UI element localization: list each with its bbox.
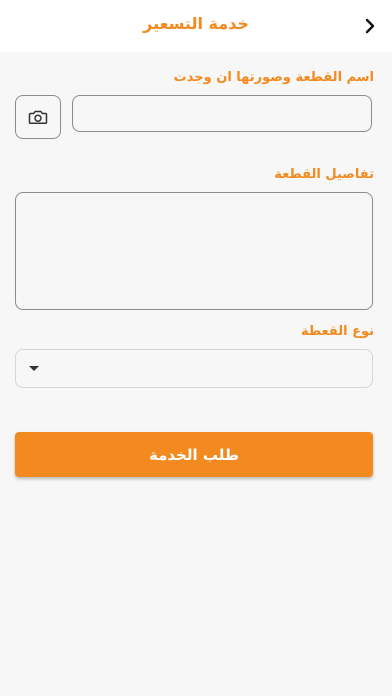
app-header: خدمة التسعير <box>0 0 392 52</box>
chevron-right-icon <box>365 18 375 34</box>
part-name-input[interactable] <box>72 95 372 132</box>
part-details-label: تفاصيل القطعة <box>274 167 374 182</box>
camera-button[interactable] <box>15 95 61 139</box>
request-service-label: طلب الخدمة <box>149 445 239 464</box>
part-name-label: اسم القطعة وصورتها ان وجدت <box>173 70 374 85</box>
part-type-label: نوع القعطة <box>300 324 374 339</box>
part-type-select[interactable] <box>15 349 373 388</box>
request-service-button[interactable]: طلب الخدمة <box>15 432 373 477</box>
page-title: خدمة التسعير <box>143 14 249 33</box>
camera-icon <box>28 110 48 125</box>
part-details-textarea[interactable] <box>15 192 373 310</box>
back-button[interactable] <box>356 12 384 40</box>
caret-down-icon <box>29 366 39 371</box>
